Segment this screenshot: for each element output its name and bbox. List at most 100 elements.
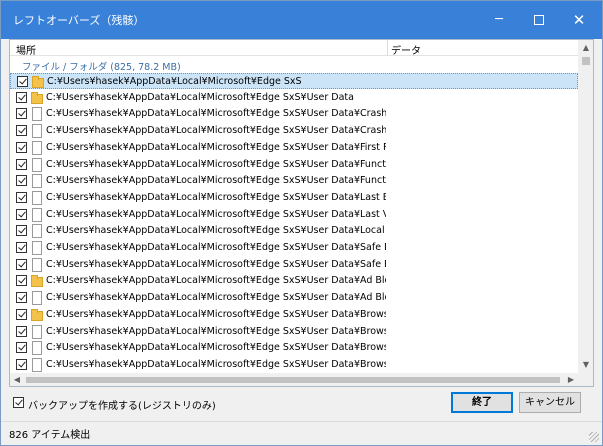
- file-icon: [31, 174, 42, 189]
- item-path: C:¥Users¥hasek¥AppData¥Local¥Microsoft¥E…: [46, 292, 386, 304]
- item-path: C:¥Users¥hasek¥AppData¥Local¥Microsoft¥E…: [46, 358, 386, 370]
- item-checkbox[interactable]: [16, 158, 27, 170]
- folder-icon: [31, 308, 43, 321]
- list-item[interactable]: C:¥Users¥hasek¥AppData¥Local¥Microsoft¥E…: [10, 73, 578, 89]
- list-item[interactable]: C:¥Users¥hasek¥AppData¥Local¥Microsoft¥E…: [10, 290, 578, 306]
- column-data[interactable]: データ: [391, 42, 421, 57]
- scroll-right-icon[interactable]: ▶: [564, 373, 578, 386]
- file-icon: [31, 140, 42, 155]
- backup-checkbox[interactable]: [13, 397, 24, 408]
- folder-icon: [31, 274, 43, 288]
- item-checkbox[interactable]: [16, 208, 27, 220]
- group-header[interactable]: ファイル / フォルダ (825, 78.2 MB): [22, 59, 181, 73]
- list-item[interactable]: C:¥Users¥hasek¥AppData¥Local¥Microsoft¥E…: [10, 157, 578, 173]
- leftovers-list[interactable]: 場所 データ ファイル / フォルダ (825, 78.2 MB) C:¥Use…: [9, 39, 594, 387]
- folder-icon: [32, 75, 44, 88]
- file-icon: [31, 124, 42, 139]
- item-checkbox[interactable]: [16, 308, 27, 320]
- item-checkbox[interactable]: [16, 325, 27, 337]
- list-item[interactable]: C:¥Users¥hasek¥AppData¥Local¥Microsoft¥E…: [10, 324, 578, 340]
- item-checkbox[interactable]: [16, 108, 27, 120]
- backup-label[interactable]: バックアップを作成する(レジストリのみ): [28, 397, 216, 412]
- item-path: C:¥Users¥hasek¥AppData¥Local¥Microsoft¥E…: [46, 208, 386, 220]
- minimize-button[interactable]: ─: [479, 1, 519, 39]
- file-icon: [31, 257, 42, 272]
- vertical-scrollbar[interactable]: ▲ ▼: [578, 40, 593, 373]
- file-icon: [31, 241, 42, 255]
- scrollbar-corner: [578, 373, 593, 386]
- maximize-icon: [534, 14, 544, 25]
- file-icon: [31, 107, 42, 122]
- item-path: C:¥Users¥hasek¥AppData¥Local¥Microsoft¥E…: [47, 76, 302, 87]
- status-text: 826 アイテム検出: [9, 430, 91, 441]
- item-path: C:¥Users¥hasek¥AppData¥Local¥Microsoft¥E…: [46, 325, 386, 337]
- file-icon: [31, 157, 42, 172]
- list-item[interactable]: C:¥Users¥hasek¥AppData¥Local¥Microsoft¥E…: [10, 307, 578, 323]
- list-item[interactable]: C:¥Users¥hasek¥AppData¥Local¥Microsoft¥E…: [10, 340, 578, 356]
- list-item[interactable]: C:¥Users¥hasek¥AppData¥Local¥Microsoft¥E…: [10, 273, 578, 289]
- list-item[interactable]: C:¥Users¥hasek¥AppData¥Local¥Microsoft¥E…: [10, 207, 578, 223]
- item-checkbox[interactable]: [16, 358, 27, 370]
- horizontal-scroll-thumb[interactable]: [26, 377, 560, 383]
- file-icon: [31, 291, 42, 306]
- leftovers-window: レフトオーバーズ（残骸） ─ ✕ 場所 データ ファイル / フォルダ (825…: [0, 0, 603, 446]
- item-path: C:¥Users¥hasek¥AppData¥Local¥Microsoft¥E…: [46, 191, 386, 203]
- column-location[interactable]: 場所: [16, 42, 36, 57]
- item-checkbox[interactable]: [16, 125, 27, 137]
- window-title: レフトオーバーズ（残骸）: [13, 14, 145, 27]
- list-item[interactable]: C:¥Users¥hasek¥AppData¥Local¥Microsoft¥E…: [10, 106, 578, 122]
- list-item[interactable]: C:¥Users¥hasek¥AppData¥Local¥Microsoft¥E…: [10, 173, 578, 189]
- item-checkbox[interactable]: [16, 91, 27, 103]
- item-checkbox[interactable]: [16, 175, 27, 187]
- list-item[interactable]: C:¥Users¥hasek¥AppData¥Local¥Microsoft¥E…: [10, 240, 578, 256]
- item-path: C:¥Users¥hasek¥AppData¥Local¥Microsoft¥E…: [46, 158, 386, 170]
- close-button[interactable]: ✕: [559, 1, 599, 39]
- list-item[interactable]: C:¥Users¥hasek¥AppData¥Local¥Microsoft¥E…: [10, 257, 578, 273]
- scroll-up-icon[interactable]: ▲: [578, 40, 593, 56]
- list-item[interactable]: C:¥Users¥hasek¥AppData¥Local¥Microsoft¥E…: [10, 90, 578, 106]
- item-checkbox[interactable]: [16, 292, 27, 304]
- list-item[interactable]: C:¥Users¥hasek¥AppData¥Local¥Microsoft¥E…: [10, 357, 578, 373]
- item-path: C:¥Users¥hasek¥AppData¥Local¥Microsoft¥E…: [46, 242, 386, 253]
- maximize-button[interactable]: [519, 1, 559, 39]
- item-path: C:¥Users¥hasek¥AppData¥Local¥Microsoft¥E…: [46, 91, 354, 103]
- file-icon: [31, 190, 42, 205]
- scroll-down-icon[interactable]: ▼: [578, 357, 593, 373]
- list-item[interactable]: C:¥Users¥hasek¥AppData¥Local¥Microsoft¥E…: [10, 123, 578, 139]
- file-icon: [31, 341, 42, 356]
- file-icon: [31, 224, 42, 239]
- item-checkbox[interactable]: [17, 76, 28, 87]
- item-checkbox[interactable]: [16, 191, 27, 203]
- item-checkbox[interactable]: [16, 258, 27, 270]
- item-path: C:¥Users¥hasek¥AppData¥Local¥Microsoft¥E…: [46, 225, 386, 237]
- list-item[interactable]: C:¥Users¥hasek¥AppData¥Local¥Microsoft¥E…: [10, 223, 578, 239]
- scroll-left-icon[interactable]: ◀: [10, 373, 24, 386]
- finish-button[interactable]: 終了: [451, 392, 513, 413]
- item-checkbox[interactable]: [16, 242, 27, 253]
- item-checkbox[interactable]: [16, 275, 27, 287]
- item-checkbox[interactable]: [16, 342, 27, 354]
- vertical-scroll-thumb[interactable]: [582, 57, 590, 65]
- status-bar: 826 アイテム検出: [1, 421, 602, 445]
- file-icon: [31, 207, 42, 222]
- horizontal-scrollbar[interactable]: ◀ ▶: [10, 373, 578, 386]
- item-path: C:¥Users¥hasek¥AppData¥Local¥Microsoft¥E…: [46, 141, 386, 153]
- item-path: C:¥Users¥hasek¥AppData¥Local¥Microsoft¥E…: [46, 108, 386, 120]
- item-path: C:¥Users¥hasek¥AppData¥Local¥Microsoft¥E…: [46, 175, 386, 187]
- item-checkbox[interactable]: [16, 141, 27, 153]
- cancel-button[interactable]: キャンセル: [519, 392, 581, 413]
- item-path: C:¥Users¥hasek¥AppData¥Local¥Microsoft¥E…: [46, 125, 386, 137]
- item-path: C:¥Users¥hasek¥AppData¥Local¥Microsoft¥E…: [46, 275, 386, 287]
- column-header: 場所 データ: [10, 40, 578, 57]
- file-icon: [31, 324, 42, 339]
- resize-grip-icon[interactable]: [589, 432, 599, 442]
- list-item[interactable]: C:¥Users¥hasek¥AppData¥Local¥Microsoft¥E…: [10, 190, 578, 206]
- item-checkbox[interactable]: [16, 225, 27, 237]
- column-separator[interactable]: [387, 40, 388, 56]
- list-item[interactable]: C:¥Users¥hasek¥AppData¥Local¥Microsoft¥E…: [10, 140, 578, 156]
- file-icon: [31, 357, 42, 372]
- folder-icon: [31, 91, 43, 104]
- title-bar[interactable]: レフトオーバーズ（残骸） ─ ✕: [1, 1, 602, 39]
- item-path: C:¥Users¥hasek¥AppData¥Local¥Microsoft¥E…: [46, 308, 386, 320]
- item-path: C:¥Users¥hasek¥AppData¥Local¥Microsoft¥E…: [46, 258, 386, 270]
